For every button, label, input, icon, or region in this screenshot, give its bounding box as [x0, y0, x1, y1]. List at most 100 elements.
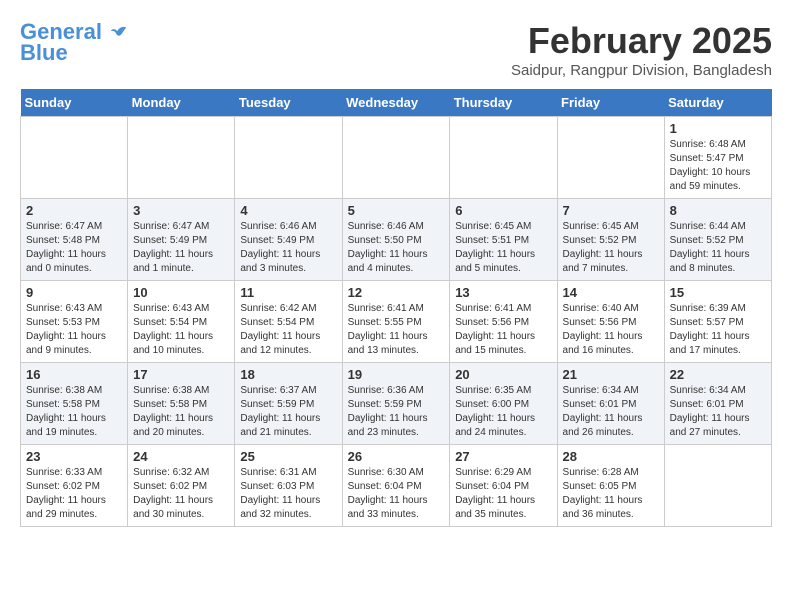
calendar-cell: 26 Sunrise: 6:30 AM Sunset: 6:04 PM Dayli… [342, 445, 450, 527]
calendar-cell: 9 Sunrise: 6:43 AM Sunset: 5:53 PM Daylig… [21, 281, 128, 363]
day-number: 27 [455, 449, 551, 464]
day-info: Sunrise: 6:41 AM Sunset: 5:56 PM Dayligh… [455, 302, 551, 358]
day-info: Sunrise: 6:38 AM Sunset: 5:58 PM Dayligh… [26, 384, 122, 440]
logo: General Blue [20, 20, 128, 66]
day-number: 1 [670, 121, 766, 136]
header-friday: Friday [557, 89, 664, 117]
day-info: Sunrise: 6:35 AM Sunset: 6:00 PM Dayligh… [455, 384, 551, 440]
day-number: 6 [455, 203, 551, 218]
day-info: Sunrise: 6:41 AM Sunset: 5:55 PM Dayligh… [348, 302, 445, 358]
calendar-cell: 20 Sunrise: 6:35 AM Sunset: 6:00 PM Dayli… [450, 363, 557, 445]
calendar-cell: 2 Sunrise: 6:47 AM Sunset: 5:48 PM Daylig… [21, 199, 128, 281]
calendar-cell: 8 Sunrise: 6:44 AM Sunset: 5:52 PM Daylig… [664, 199, 771, 281]
calendar-week-3: 16 Sunrise: 6:38 AM Sunset: 5:58 PM Dayli… [21, 363, 772, 445]
day-info: Sunrise: 6:48 AM Sunset: 5:47 PM Dayligh… [670, 138, 766, 194]
calendar-cell: 27 Sunrise: 6:29 AM Sunset: 6:04 PM Dayli… [450, 445, 557, 527]
day-info: Sunrise: 6:34 AM Sunset: 6:01 PM Dayligh… [563, 384, 659, 440]
page-header: General Blue February 2025 Saidpur, Rang… [20, 20, 772, 79]
day-number: 19 [348, 367, 445, 382]
day-number: 24 [133, 449, 229, 464]
calendar-cell: 13 Sunrise: 6:41 AM Sunset: 5:56 PM Dayli… [450, 281, 557, 363]
day-info: Sunrise: 6:42 AM Sunset: 5:54 PM Dayligh… [240, 302, 336, 358]
day-number: 13 [455, 285, 551, 300]
calendar-cell: 28Sunrise: 6:28 AM Sunset: 6:05 PM Dayli… [557, 445, 664, 527]
day-info: Sunrise: 6:36 AM Sunset: 5:59 PM Dayligh… [348, 384, 445, 440]
day-number: 22 [670, 367, 766, 382]
header-monday: Monday [128, 89, 235, 117]
day-info: Sunrise: 6:45 AM Sunset: 5:52 PM Dayligh… [563, 220, 659, 276]
calendar-week-1: 2 Sunrise: 6:47 AM Sunset: 5:48 PM Daylig… [21, 199, 772, 281]
day-number: 8 [670, 203, 766, 218]
day-info: Sunrise: 6:47 AM Sunset: 5:48 PM Dayligh… [26, 220, 122, 276]
calendar-cell: 7 Sunrise: 6:45 AM Sunset: 5:52 PM Daylig… [557, 199, 664, 281]
logo-bird-icon [110, 24, 128, 42]
calendar-cell: 5 Sunrise: 6:46 AM Sunset: 5:50 PM Daylig… [342, 199, 450, 281]
day-info: Sunrise: 6:37 AM Sunset: 5:59 PM Dayligh… [240, 384, 336, 440]
calendar-cell: 11Sunrise: 6:42 AM Sunset: 5:54 PM Dayli… [235, 281, 342, 363]
day-number: 23 [26, 449, 122, 464]
day-number: 20 [455, 367, 551, 382]
day-info: Sunrise: 6:31 AM Sunset: 6:03 PM Dayligh… [240, 466, 336, 522]
calendar-cell: 24 Sunrise: 6:32 AM Sunset: 6:02 PM Dayli… [128, 445, 235, 527]
calendar-cell: 10 Sunrise: 6:43 AM Sunset: 5:54 PM Dayli… [128, 281, 235, 363]
day-info: Sunrise: 6:43 AM Sunset: 5:54 PM Dayligh… [133, 302, 229, 358]
calendar-cell: 12 Sunrise: 6:41 AM Sunset: 5:55 PM Dayli… [342, 281, 450, 363]
day-info: Sunrise: 6:32 AM Sunset: 6:02 PM Dayligh… [133, 466, 229, 522]
day-number: 16 [26, 367, 122, 382]
calendar-cell [450, 117, 557, 199]
calendar-cell: 21 Sunrise: 6:34 AM Sunset: 6:01 PM Dayli… [557, 363, 664, 445]
day-number: 7 [563, 203, 659, 218]
day-info: Sunrise: 6:45 AM Sunset: 5:51 PM Dayligh… [455, 220, 551, 276]
calendar-cell [557, 117, 664, 199]
day-info: Sunrise: 6:46 AM Sunset: 5:50 PM Dayligh… [348, 220, 445, 276]
day-number: 21 [563, 367, 659, 382]
day-number: 3 [133, 203, 229, 218]
day-number: 9 [26, 285, 122, 300]
day-info: Sunrise: 6:40 AM Sunset: 5:56 PM Dayligh… [563, 302, 659, 358]
calendar-week-4: 23 Sunrise: 6:33 AM Sunset: 6:02 PM Dayli… [21, 445, 772, 527]
calendar-week-2: 9 Sunrise: 6:43 AM Sunset: 5:53 PM Daylig… [21, 281, 772, 363]
day-number: 4 [240, 203, 336, 218]
day-number: 26 [348, 449, 445, 464]
day-info: Sunrise: 6:39 AM Sunset: 5:57 PM Dayligh… [670, 302, 766, 358]
day-info: Sunrise: 6:29 AM Sunset: 6:04 PM Dayligh… [455, 466, 551, 522]
day-number: 12 [348, 285, 445, 300]
day-number: 18 [240, 367, 336, 382]
header-thursday: Thursday [450, 89, 557, 117]
day-info: Sunrise: 6:38 AM Sunset: 5:58 PM Dayligh… [133, 384, 229, 440]
calendar-cell [664, 445, 771, 527]
day-number: 5 [348, 203, 445, 218]
day-number: 15 [670, 285, 766, 300]
day-info: Sunrise: 6:43 AM Sunset: 5:53 PM Dayligh… [26, 302, 122, 358]
calendar-title: February 2025 [511, 20, 772, 62]
calendar-cell: 4 Sunrise: 6:46 AM Sunset: 5:49 PM Daylig… [235, 199, 342, 281]
calendar-cell [235, 117, 342, 199]
calendar-cell: 17 Sunrise: 6:38 AM Sunset: 5:58 PM Dayli… [128, 363, 235, 445]
calendar-table: Sunday Monday Tuesday Wednesday Thursday… [20, 89, 772, 527]
header-wednesday: Wednesday [342, 89, 450, 117]
calendar-cell: 22Sunrise: 6:34 AM Sunset: 6:01 PM Dayli… [664, 363, 771, 445]
day-info: Sunrise: 6:44 AM Sunset: 5:52 PM Dayligh… [670, 220, 766, 276]
day-number: 10 [133, 285, 229, 300]
calendar-cell: 6 Sunrise: 6:45 AM Sunset: 5:51 PM Daylig… [450, 199, 557, 281]
day-info: Sunrise: 6:30 AM Sunset: 6:04 PM Dayligh… [348, 466, 445, 522]
title-area: February 2025 Saidpur, Rangpur Division,… [511, 20, 772, 79]
day-number: 17 [133, 367, 229, 382]
day-number: 2 [26, 203, 122, 218]
calendar-cell [21, 117, 128, 199]
calendar-cell [128, 117, 235, 199]
calendar-cell [342, 117, 450, 199]
calendar-cell: 16 Sunrise: 6:38 AM Sunset: 5:58 PM Dayli… [21, 363, 128, 445]
day-info: Sunrise: 6:33 AM Sunset: 6:02 PM Dayligh… [26, 466, 122, 522]
calendar-cell: 18 Sunrise: 6:37 AM Sunset: 5:59 PM Dayli… [235, 363, 342, 445]
calendar-cell: 25 Sunrise: 6:31 AM Sunset: 6:03 PM Dayli… [235, 445, 342, 527]
day-number: 25 [240, 449, 336, 464]
calendar-cell: 23 Sunrise: 6:33 AM Sunset: 6:02 PM Dayli… [21, 445, 128, 527]
day-number: 14 [563, 285, 659, 300]
header-sunday: Sunday [21, 89, 128, 117]
day-info: Sunrise: 6:46 AM Sunset: 5:49 PM Dayligh… [240, 220, 336, 276]
calendar-week-0: 1 Sunrise: 6:48 AM Sunset: 5:47 PM Daylig… [21, 117, 772, 199]
day-number: 28 [563, 449, 659, 464]
calendar-cell: 14 Sunrise: 6:40 AM Sunset: 5:56 PM Dayli… [557, 281, 664, 363]
calendar-subtitle: Saidpur, Rangpur Division, Bangladesh [511, 62, 772, 79]
